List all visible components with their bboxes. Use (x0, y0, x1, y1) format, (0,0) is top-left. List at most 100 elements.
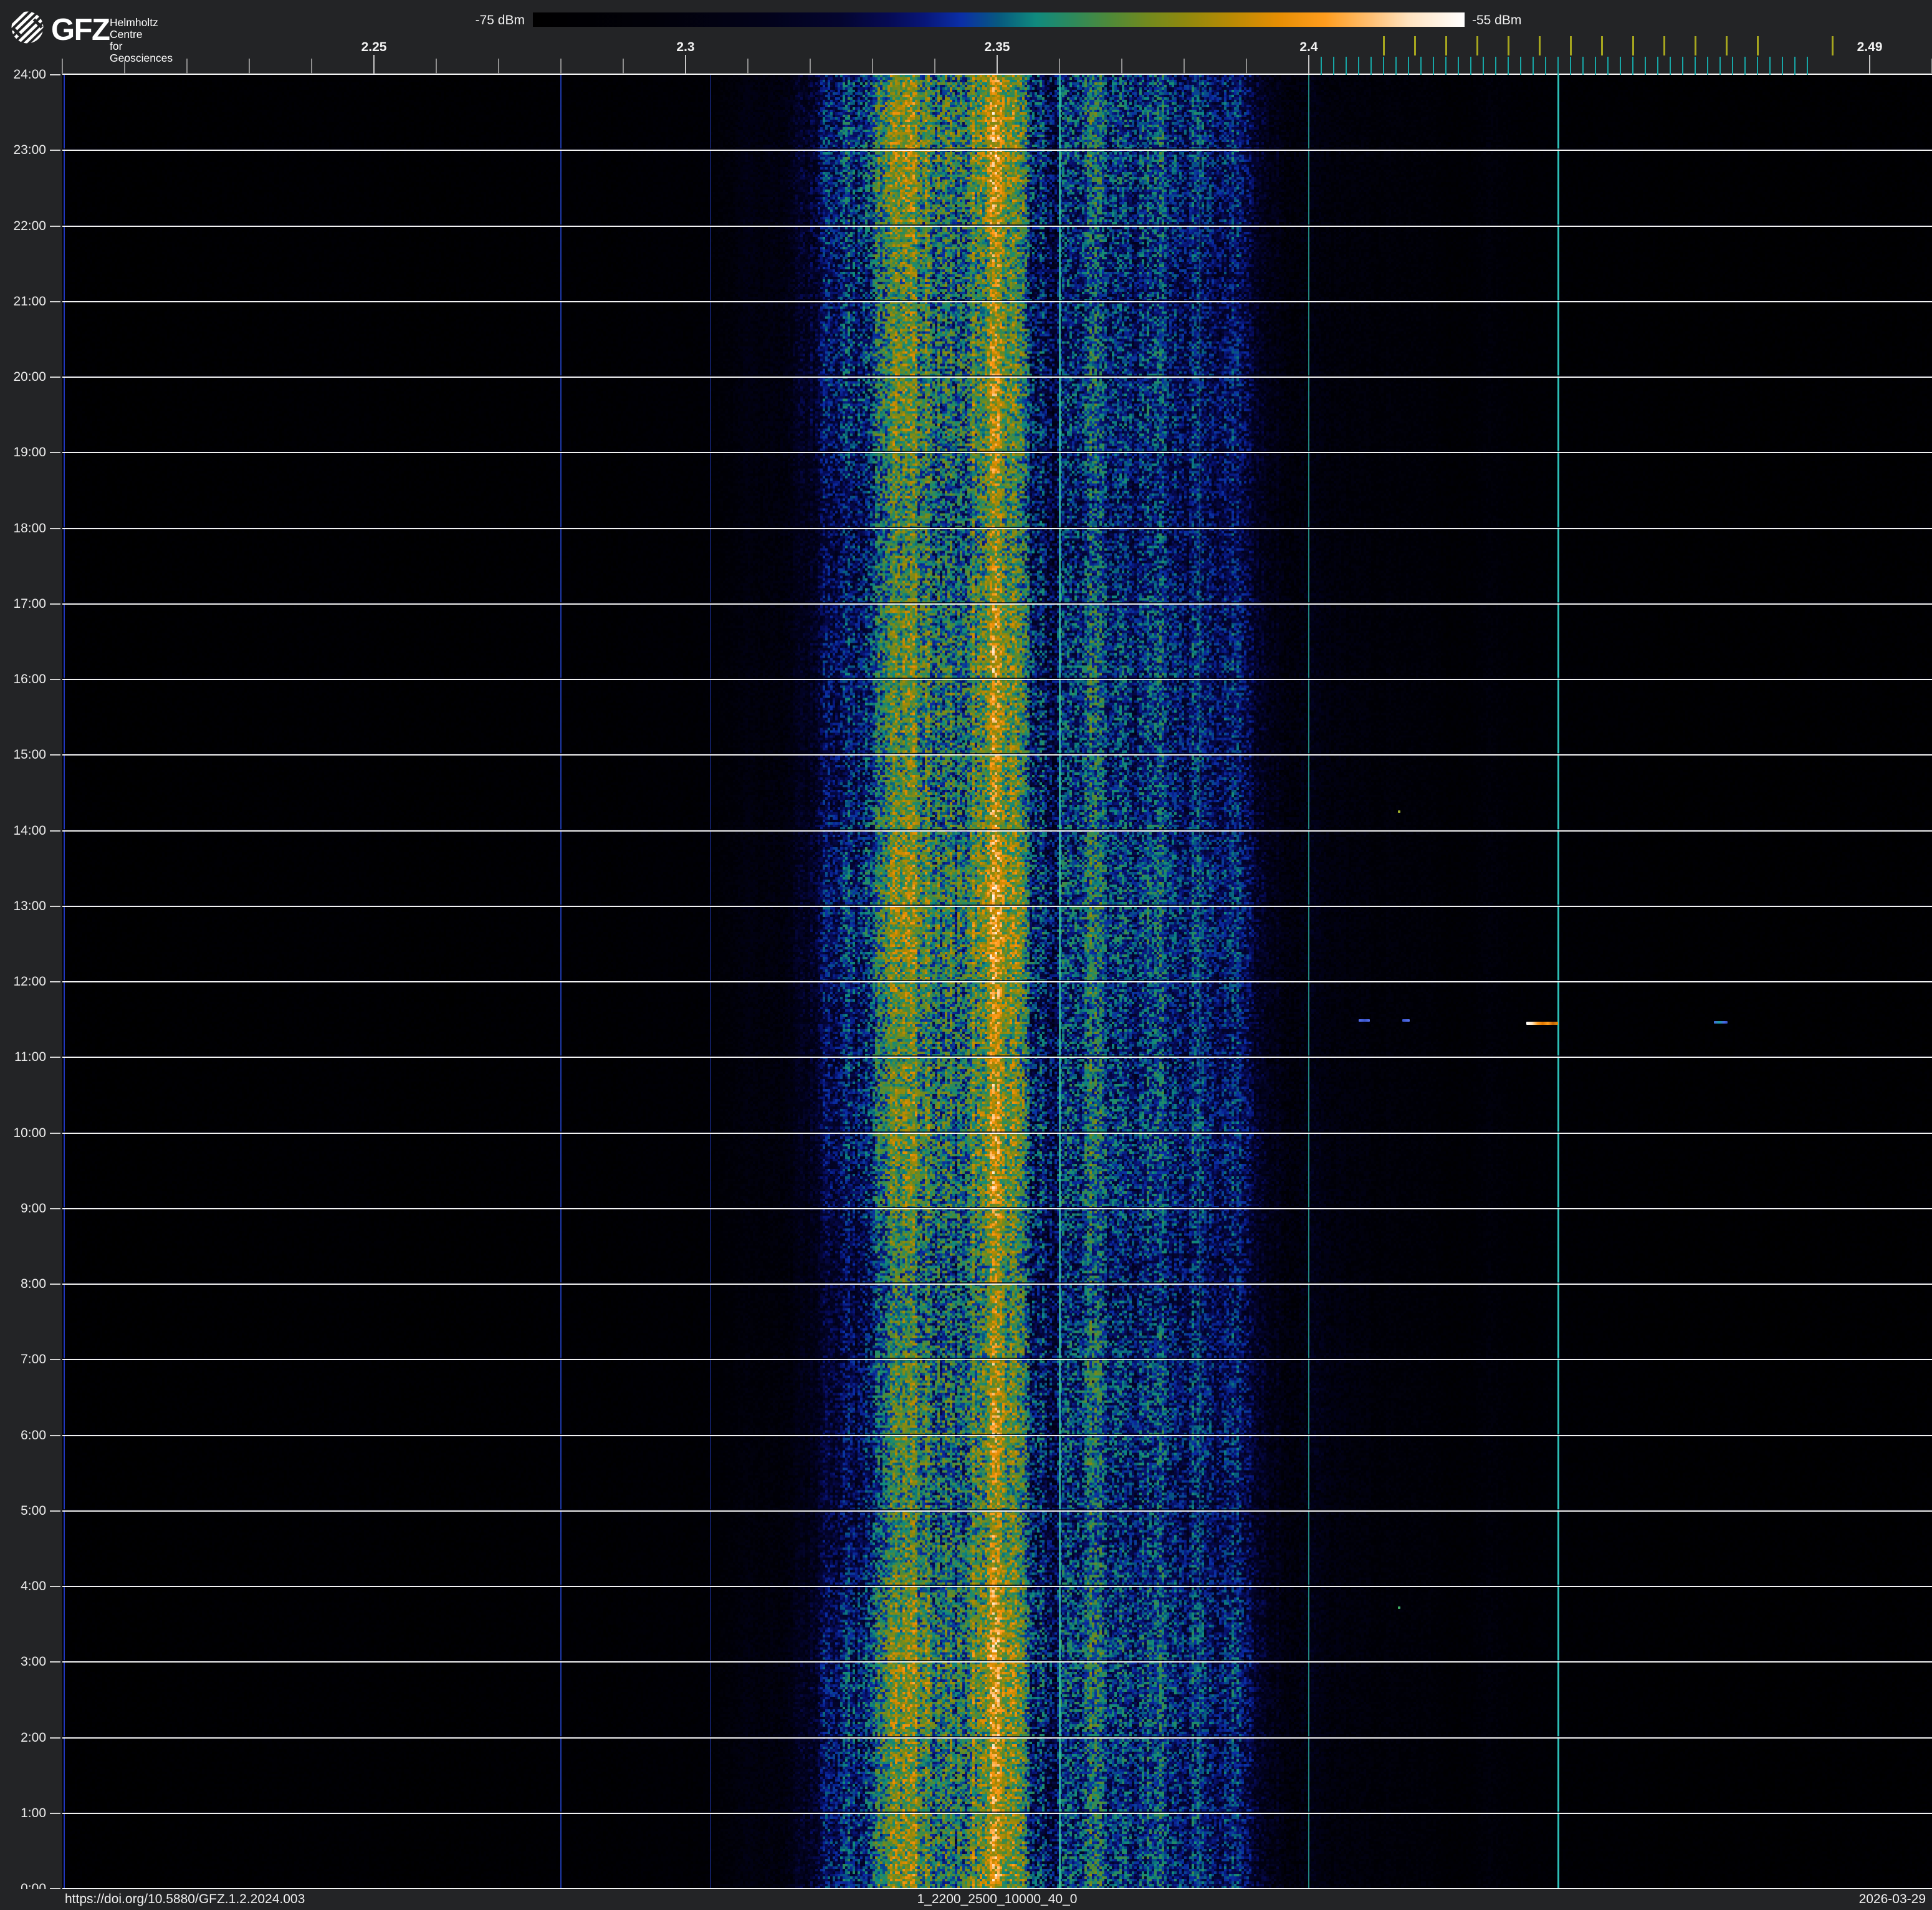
time-tick-label: 12:00 (13, 974, 46, 989)
freq-minor-tick (249, 59, 250, 74)
time-tick (50, 603, 60, 605)
wifi-channel-tick (1663, 36, 1665, 55)
time-tick (50, 452, 60, 454)
freq-minor-tick (1744, 59, 1746, 74)
ble-channel-tick (1420, 57, 1422, 75)
time-tick-label: 11:00 (14, 1050, 46, 1065)
time-tick-label: 19:00 (13, 445, 46, 460)
time-tick-label: 15:00 (13, 747, 46, 762)
time-tick (50, 1661, 60, 1663)
time-tick-label: 17:00 (13, 596, 46, 611)
time-tick-label: 13:00 (13, 898, 46, 913)
ble-channel-tick (1458, 57, 1459, 75)
time-tick (50, 1812, 60, 1814)
wifi-channel-tick (1476, 36, 1478, 55)
ble-channel-tick (1433, 57, 1434, 75)
freq-minor-tick (1121, 59, 1122, 74)
ble-channel-tick (1346, 57, 1347, 75)
brand-subtitle-line2: for Geosciences (110, 40, 173, 64)
ble-channel-tick (1383, 57, 1384, 75)
ble-channel-tick (1470, 57, 1471, 75)
brand-subtitle-line1: Helmholtz Centre (110, 16, 158, 41)
colorbar-max-label: -55 dBm (1472, 13, 1522, 27)
ble-channel-tick (1707, 57, 1708, 75)
time-tick-label: 14:00 (13, 823, 46, 838)
freq-major-tick (1308, 55, 1309, 74)
freq-minor-tick (498, 59, 499, 74)
ble-channel-tick (1370, 57, 1372, 75)
time-tick (50, 1737, 60, 1739)
ble-channel-tick (1732, 57, 1733, 75)
freq-minor-tick (685, 59, 686, 74)
freq-minor-tick (1308, 59, 1309, 74)
wifi-channel-tick (1694, 36, 1696, 55)
ble-channel-tick (1582, 57, 1584, 75)
wifi-channel-tick (1725, 36, 1728, 55)
time-tick (50, 1057, 60, 1058)
time-tick-label: 9:00 (21, 1201, 46, 1216)
time-tick-label: 2:00 (21, 1730, 46, 1745)
ble-channel-tick (1495, 57, 1496, 75)
freq-minor-tick (560, 59, 562, 74)
spectrogram-canvas (62, 75, 1932, 1889)
time-tick (50, 1586, 60, 1587)
wifi-channel-tick (1831, 36, 1834, 55)
freq-major-tick (1869, 55, 1870, 74)
footer-dataset-id: 1_2200_2500_10000_40_0 (917, 1892, 1078, 1906)
freq-minor-tick (1059, 59, 1060, 74)
ble-channel-tick (1557, 57, 1559, 75)
freq-minor-tick (1370, 59, 1372, 74)
freq-tick-label: 2.35 (984, 40, 1010, 54)
ble-channel-tick (1794, 57, 1796, 75)
freq-minor-tick (1433, 59, 1434, 74)
time-tick-label: 6:00 (21, 1428, 46, 1442)
time-tick-label: 18:00 (13, 521, 46, 535)
time-tick-label: 4:00 (21, 1579, 46, 1593)
time-tick-label: 21:00 (13, 294, 46, 309)
ble-channel-tick (1595, 57, 1596, 75)
freq-minor-tick (62, 59, 63, 74)
time-tick-label: 7:00 (21, 1352, 46, 1367)
ble-channel-tick (1533, 57, 1534, 75)
freq-minor-tick (747, 59, 748, 74)
wifi-channel-tick (1507, 36, 1509, 55)
wifi-channel-tick (1538, 36, 1541, 55)
spectrogram-page: GFZ Helmholtz Centre for Geosciences -75… (0, 0, 1932, 1910)
freq-minor-tick (872, 59, 873, 74)
wifi-channel-tick (1413, 36, 1416, 55)
freq-minor-tick (934, 59, 935, 74)
ble-channel-tick (1570, 57, 1571, 75)
wifi-channel-tick (1632, 36, 1634, 55)
time-tick (50, 1284, 60, 1285)
ble-channel-tick (1358, 57, 1359, 75)
brand-subtitle: Helmholtz Centre for Geosciences (110, 17, 173, 64)
ble-channel-tick (1682, 57, 1683, 75)
ble-channel-tick (1520, 57, 1521, 75)
time-tick-label: 22:00 (13, 218, 46, 233)
time-tick (50, 1207, 60, 1209)
brand-wordmark: GFZ (51, 13, 110, 47)
time-tick (50, 377, 60, 378)
wifi-channel-tick (1600, 36, 1603, 55)
time-tick (50, 1359, 60, 1361)
freq-minor-tick (311, 59, 312, 74)
time-tick-label: 23:00 (13, 143, 46, 158)
freq-major-tick (685, 55, 686, 74)
time-tick (50, 300, 60, 302)
time-tick-label: 1:00 (21, 1805, 46, 1820)
freq-major-tick (997, 55, 998, 74)
freq-minor-tick (1246, 59, 1247, 74)
time-tick (50, 527, 60, 529)
wifi-channel-tick (1382, 36, 1385, 55)
ble-channel-tick (1657, 57, 1658, 75)
freq-minor-tick (810, 59, 811, 74)
footer-date: 2026-03-29 (1858, 1892, 1926, 1906)
ble-channel-tick (1632, 57, 1633, 75)
ble-channel-tick (1321, 57, 1322, 75)
freq-minor-tick (1869, 59, 1870, 74)
freq-minor-tick (1807, 59, 1808, 74)
time-tick-label: 5:00 (21, 1503, 46, 1518)
ble-channel-tick (1607, 57, 1609, 75)
freq-tick-label: 2.25 (361, 40, 387, 54)
time-tick (50, 981, 60, 982)
